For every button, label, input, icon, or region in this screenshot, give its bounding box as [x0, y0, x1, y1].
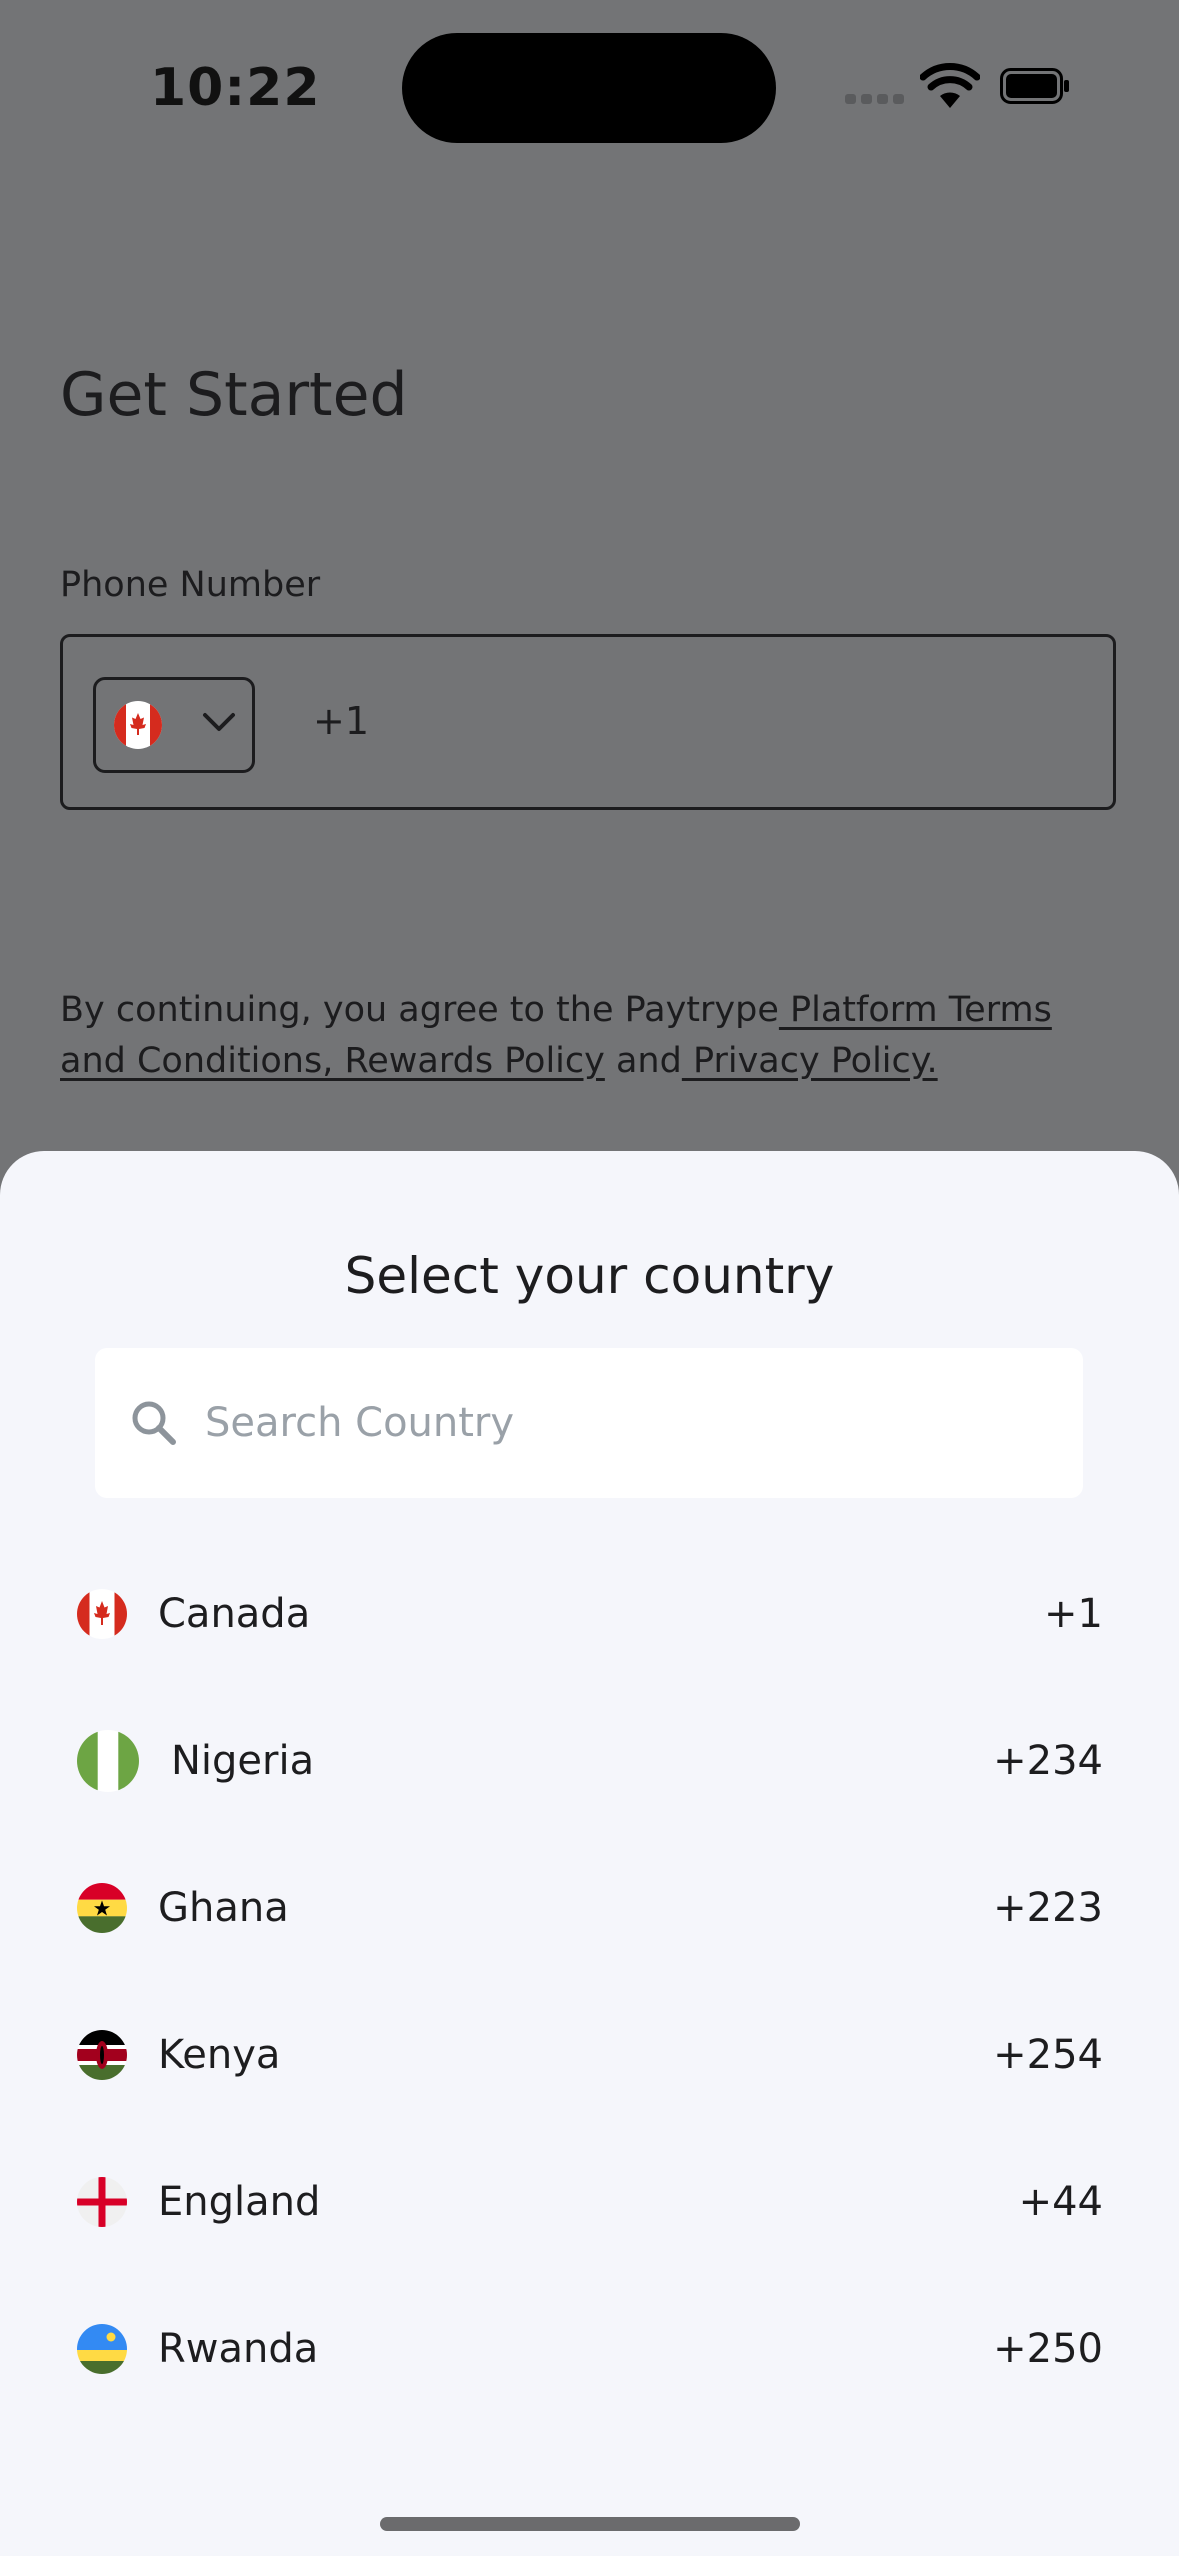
- country-code: +250: [993, 2326, 1103, 2372]
- country-code: +1: [1044, 1591, 1103, 1637]
- country-name: Kenya: [158, 2032, 281, 2078]
- country-list: Canada +1 Nigeria +234 Ghana +223 Kenya …: [0, 1541, 1179, 2423]
- search-box[interactable]: [95, 1348, 1083, 1498]
- home-indicator: [380, 2517, 800, 2531]
- country-row-rwanda[interactable]: Rwanda +250: [0, 2276, 1179, 2423]
- england-flag-icon: [77, 2177, 127, 2227]
- battery-icon: [1000, 68, 1069, 104]
- phone-number-label: Phone Number: [60, 565, 321, 605]
- terms-text: By continuing, you agree to the Paytrype…: [60, 985, 1120, 1087]
- page-title: Get Started: [60, 360, 408, 430]
- search-country-input[interactable]: [205, 1348, 1055, 1498]
- country-name: Nigeria: [171, 1738, 315, 1784]
- country-row-kenya[interactable]: Kenya +254: [0, 1982, 1179, 2129]
- status-time: 10:22: [150, 58, 321, 118]
- country-row-england[interactable]: England +44: [0, 2129, 1179, 2276]
- sheet-title: Select your country: [344, 1247, 835, 1305]
- country-code: +254: [993, 2032, 1103, 2078]
- dynamic-island: [402, 33, 776, 143]
- country-row-canada[interactable]: Canada +1: [0, 1541, 1179, 1688]
- rwanda-flag-icon: [77, 2324, 127, 2374]
- nigeria-flag-icon: [77, 1730, 139, 1792]
- kenya-flag-icon: [77, 2030, 127, 2080]
- country-code: +234: [993, 1738, 1103, 1784]
- country-name: Ghana: [158, 1885, 289, 1931]
- country-row-nigeria[interactable]: Nigeria +234: [0, 1688, 1179, 1835]
- phone-number-field[interactable]: +1: [60, 634, 1116, 810]
- terms-connector: and: [604, 1041, 682, 1081]
- ghana-flag-icon: [77, 1883, 127, 1933]
- terms-prefix: By continuing, you agree to the Paytrype: [60, 990, 779, 1030]
- canada-flag-icon: [77, 1589, 127, 1639]
- country-name: England: [158, 2179, 321, 2225]
- country-picker-button[interactable]: [93, 677, 255, 773]
- cellular-signal-icon: [845, 94, 905, 104]
- country-code: +44: [1018, 2179, 1103, 2225]
- canada-flag-icon: [114, 701, 162, 749]
- country-select-sheet: Select your country Canada +1: [0, 1151, 1179, 2556]
- search-icon: [132, 1401, 176, 1445]
- chevron-down-icon: [203, 713, 235, 731]
- country-name: Canada: [158, 1591, 311, 1637]
- country-row-ghana[interactable]: Ghana +223: [0, 1835, 1179, 1982]
- dial-code: +1: [313, 699, 370, 743]
- privacy-policy-link[interactable]: Privacy Policy.: [682, 1041, 938, 1081]
- country-code: +223: [993, 1885, 1103, 1931]
- country-name: Rwanda: [158, 2326, 319, 2372]
- wifi-icon: [920, 63, 980, 108]
